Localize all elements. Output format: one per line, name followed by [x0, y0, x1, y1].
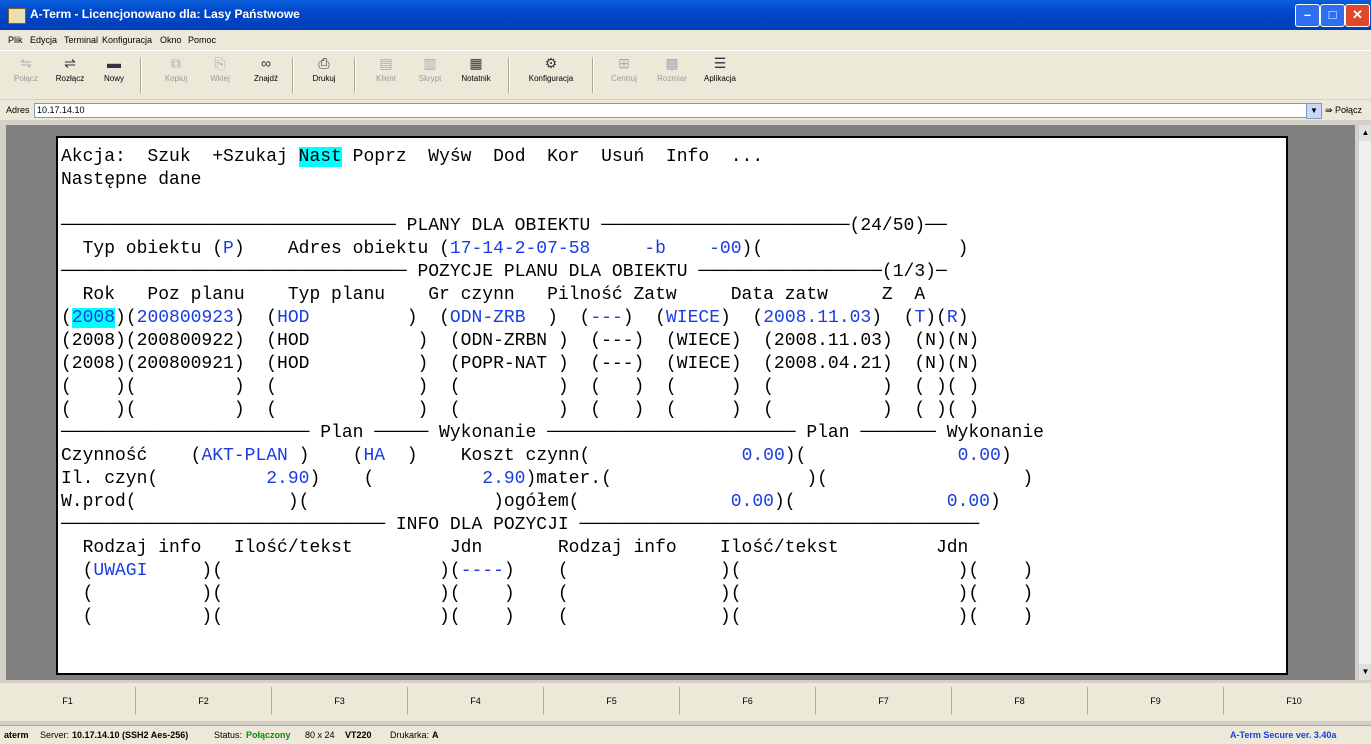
f10-key[interactable]: F10 [1224, 687, 1364, 715]
section-pozycje-header: ──────────────────────────────── POZYCJE… [61, 262, 947, 282]
app-icon [8, 8, 26, 24]
table-row[interactable]: ( )( ) ( ) ( ) ( ) ( ) ( ) ( )( ) [61, 400, 979, 420]
minimize-button[interactable]: – [1295, 4, 1320, 27]
address-dropdown-button[interactable]: ▼ [1306, 103, 1322, 119]
connect-arrow-icon: ⇛ [1325, 105, 1336, 115]
close-button[interactable]: ✕ [1345, 4, 1370, 27]
f1-key[interactable]: F1 [0, 687, 136, 715]
script-button[interactable]: ▥ Skrypt [404, 55, 456, 95]
status-server-value: 10.17.14.10 (SSH2 Aes-256) [72, 730, 189, 740]
binoculars-icon: ∞ [261, 55, 271, 71]
status-connection-value: Połączony [246, 730, 291, 740]
f3-key[interactable]: F3 [272, 687, 408, 715]
f9-key[interactable]: F9 [1088, 687, 1224, 715]
paste-icon: ⎘ [214, 55, 226, 71]
status-printer-label: Drukarka: [390, 730, 430, 740]
menu-konfiguracja[interactable]: Konfiguracja [102, 35, 152, 45]
object-address-field[interactable]: 17-14-2-07-58 -b -00 [450, 239, 742, 259]
f7-key[interactable]: F7 [816, 687, 952, 715]
status-server-label: Server: [40, 730, 70, 740]
center-button[interactable]: ⊞ Centruj [598, 55, 650, 95]
f2-key[interactable]: F2 [136, 687, 272, 715]
f8-key[interactable]: F8 [952, 687, 1088, 715]
configuration-button[interactable]: ⚙ Konfiguracja [518, 55, 584, 95]
table-row[interactable]: (2008)(200800921) (HOD ) (POPR-NAT ) (--… [61, 354, 979, 374]
menu-bar: Plik Edycja Terminal Konfiguracja Okno P… [0, 30, 1371, 50]
object-type-field[interactable]: P [223, 239, 234, 259]
status-emulation: VT220 [345, 730, 372, 740]
positions-column-headers: Rok Poz planu Typ planu Gr czynn Pilność… [61, 285, 926, 305]
find-button[interactable]: ∞ Znajdź [240, 55, 292, 95]
status-label: Status: [214, 730, 243, 740]
status-size: 80 x 24 [305, 730, 335, 740]
menu-terminal[interactable]: Terminal [64, 35, 98, 45]
f5-key[interactable]: F5 [544, 687, 680, 715]
terminal-scrollbar[interactable]: ▲ ▼ [1358, 125, 1371, 680]
info-row[interactable]: ( )( )( ) ( )( )( ) [61, 607, 1034, 627]
printer-icon: ⎙ [318, 55, 330, 71]
application-button[interactable]: ☰ Aplikacja [694, 55, 746, 95]
status-printer-value: A [432, 730, 439, 740]
status-bar: aterm Server: 10.17.14.10 (SSH2 Aes-256)… [0, 725, 1371, 744]
year-field[interactable]: 2008 [71, 308, 116, 328]
table-row[interactable]: ( )( ) ( ) ( ) ( ) ( ) ( ) ( )( ) [61, 377, 979, 397]
activity-field[interactable]: AKT-PLAN [201, 446, 287, 466]
toolbar: ⇋ Połącz ⇌ Rozłącz ▬ Nowy ⧉ Kopiuj ⎘ Wklej ∞ Z… [0, 50, 1371, 99]
info-column-headers: Rodzaj info Ilość/tekst Jdn Rodzaj info … [61, 538, 969, 558]
resize-icon: ▩ [665, 55, 679, 71]
maximize-button[interactable]: □ [1320, 4, 1345, 27]
status-app: aterm [4, 730, 29, 740]
new-window-icon: ▬ [107, 55, 121, 71]
action-description: Następne dane [61, 170, 202, 190]
section-plany-header: ─────────────────────────────── PLANY DL… [61, 216, 947, 236]
menu-plik[interactable]: Plik [8, 35, 23, 45]
address-input[interactable]: 10.17.14.10 [34, 103, 1308, 118]
paste-button[interactable]: ⎘ Wklej [194, 55, 246, 95]
app-icon: ☰ [713, 55, 727, 71]
address-connect-button[interactable]: ⇛ Połącz [1325, 105, 1362, 116]
connect-icon: ⇋ [20, 55, 32, 71]
info-type-field[interactable]: UWAGI [93, 561, 147, 581]
address-bar: Adres 10.17.14.10 ▼ ⇛ Połącz [0, 100, 1371, 120]
new-button[interactable]: ▬ Nowy [88, 55, 140, 95]
terminal-text[interactable]: Akcja: Szuk +Szukaj Nast Poprz Wyśw Dod … [61, 146, 1044, 629]
action-next-selected[interactable]: Nast [298, 147, 342, 167]
quantity-exec-field[interactable]: 2.90 [482, 469, 525, 489]
menu-edycja[interactable]: Edycja [30, 35, 57, 45]
client-icon: ▤ [379, 55, 393, 71]
window-title: A-Term - Licencjonowano dla: Lasy Państw… [30, 7, 300, 21]
section-info-header: ────────────────────────────── INFO DLA … [61, 515, 980, 535]
scroll-up-icon[interactable]: ▲ [1359, 125, 1371, 141]
scroll-down-icon[interactable]: ▼ [1359, 664, 1371, 680]
table-row[interactable]: (2008)(200800923) (HOD ) (ODN-ZRB ) (---… [61, 308, 969, 328]
notepad-icon: ▦ [469, 55, 483, 71]
action-menu: Akcja: Szuk +Szukaj [61, 147, 299, 167]
unit-field[interactable]: HA [363, 446, 385, 466]
plan-execution-header: ─────────────────────── Plan ───── Wykon… [61, 423, 1044, 443]
menu-okno[interactable]: Okno [160, 35, 182, 45]
menu-pomoc[interactable]: Pomoc [188, 35, 216, 45]
function-keys-bar: F1 F2 F3 F4 F5 F6 F7 F8 F9 F10 [0, 683, 1371, 721]
table-row[interactable]: (2008)(200800922) (HOD ) (ODN-ZRBN ) (--… [61, 331, 979, 351]
notepad-button[interactable]: ▦ Notatnik [450, 55, 502, 95]
center-icon: ⊞ [618, 55, 630, 71]
address-label: Adres [6, 105, 30, 115]
f4-key[interactable]: F4 [408, 687, 544, 715]
disconnect-icon: ⇌ [64, 55, 76, 71]
title-bar[interactable]: A-Term - Licencjonowano dla: Lasy Państw… [0, 0, 1371, 30]
quantity-plan-field[interactable]: 2.90 [266, 469, 309, 489]
copy-icon: ⧉ [171, 55, 181, 71]
info-row[interactable]: ( )( )( ) ( )( )( ) [61, 584, 1034, 604]
script-icon: ▥ [423, 55, 437, 71]
f6-key[interactable]: F6 [680, 687, 816, 715]
resize-button[interactable]: ▩ Rozmiar [646, 55, 698, 95]
settings-icon: ⚙ [544, 55, 558, 71]
print-button[interactable]: ⎙ Drukuj [298, 55, 350, 95]
status-version: A-Term Secure ver. 3.40a [1230, 730, 1337, 740]
